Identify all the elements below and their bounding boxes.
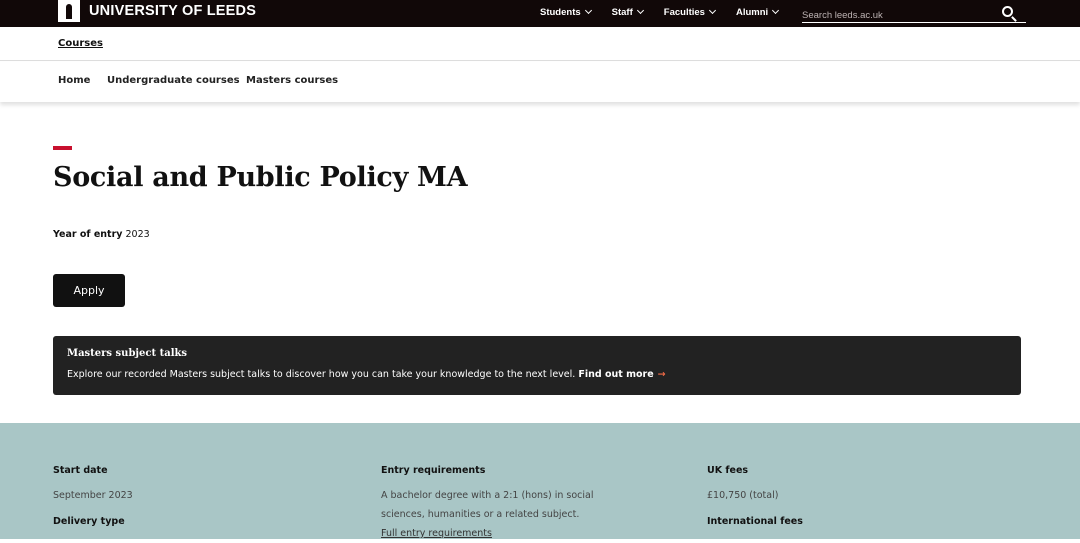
chevron-down-icon bbox=[584, 6, 592, 15]
chevron-down-icon bbox=[708, 6, 716, 15]
year-of-entry: Year of entry 2023 bbox=[53, 229, 150, 240]
nav-students[interactable]: Students bbox=[540, 6, 592, 18]
talks-title: Masters subject talks bbox=[67, 348, 188, 359]
search-box bbox=[802, 3, 1026, 25]
uk-fees-label: UK fees bbox=[707, 465, 749, 476]
masters-talks-banner: Masters subject talks Explore our record… bbox=[53, 336, 1021, 395]
subnav-undergraduate[interactable]: Undergraduate courses bbox=[107, 75, 240, 86]
chevron-down-icon bbox=[636, 6, 644, 15]
find-out-more-link[interactable]: Find out more → bbox=[578, 369, 665, 380]
facts-col-3: UK fees £10,750 (total) International fe… bbox=[707, 465, 803, 537]
nav-alumni[interactable]: Alumni bbox=[736, 6, 780, 18]
logo-icon bbox=[58, 0, 80, 22]
page-title: Social and Public Policy MA bbox=[53, 162, 468, 193]
start-date-label: Start date bbox=[53, 465, 108, 476]
entry-requirements-line2: sciences, humanities or a related subjec… bbox=[381, 509, 580, 520]
subnav-masters[interactable]: Masters courses bbox=[246, 75, 338, 86]
courses-bar: Courses bbox=[0, 27, 1080, 61]
nav-faculties[interactable]: Faculties bbox=[664, 6, 716, 18]
search-icon[interactable] bbox=[1002, 6, 1013, 17]
full-entry-requirements-link[interactable]: Full entry requirements bbox=[381, 528, 492, 539]
university-logo[interactable]: UNIVERSITY OF LEEDS bbox=[58, 0, 256, 22]
top-header: UNIVERSITY OF LEEDS Students Staff Facul… bbox=[0, 0, 1080, 27]
apply-button[interactable]: Apply bbox=[53, 274, 125, 307]
sub-nav: Home Undergraduate courses Masters cours… bbox=[0, 62, 1080, 102]
search-input[interactable] bbox=[802, 6, 992, 25]
top-nav: Students Staff Faculties Alumni bbox=[540, 0, 799, 24]
subnav-home[interactable]: Home bbox=[58, 75, 90, 86]
title-accent-bar bbox=[53, 146, 72, 150]
entry-requirements-label: Entry requirements bbox=[381, 465, 486, 476]
facts-col-2: Entry requirements A bachelor degree wit… bbox=[381, 465, 593, 543]
year-of-entry-label: Year of entry bbox=[53, 229, 123, 240]
delivery-type-label: Delivery type bbox=[53, 516, 125, 527]
entry-requirements-line1: A bachelor degree with a 2:1 (hons) in s… bbox=[381, 490, 594, 501]
key-facts: Start date September 2023 Delivery type … bbox=[0, 423, 1080, 539]
nav-staff[interactable]: Staff bbox=[612, 6, 644, 18]
facts-col-1: Start date September 2023 Delivery type bbox=[53, 465, 133, 537]
uk-fees-value: £10,750 (total) bbox=[707, 490, 779, 501]
talks-text: Explore our recorded Masters subject tal… bbox=[67, 369, 576, 380]
international-fees-label: International fees bbox=[707, 516, 803, 527]
logo-text: UNIVERSITY OF LEEDS bbox=[89, 3, 257, 19]
chevron-down-icon bbox=[772, 6, 780, 15]
arrow-right-icon: → bbox=[657, 369, 666, 380]
courses-link[interactable]: Courses bbox=[58, 38, 103, 49]
year-of-entry-value: 2023 bbox=[125, 229, 150, 240]
talks-body: Explore our recorded Masters subject tal… bbox=[67, 369, 666, 380]
start-date-value: September 2023 bbox=[53, 490, 133, 501]
